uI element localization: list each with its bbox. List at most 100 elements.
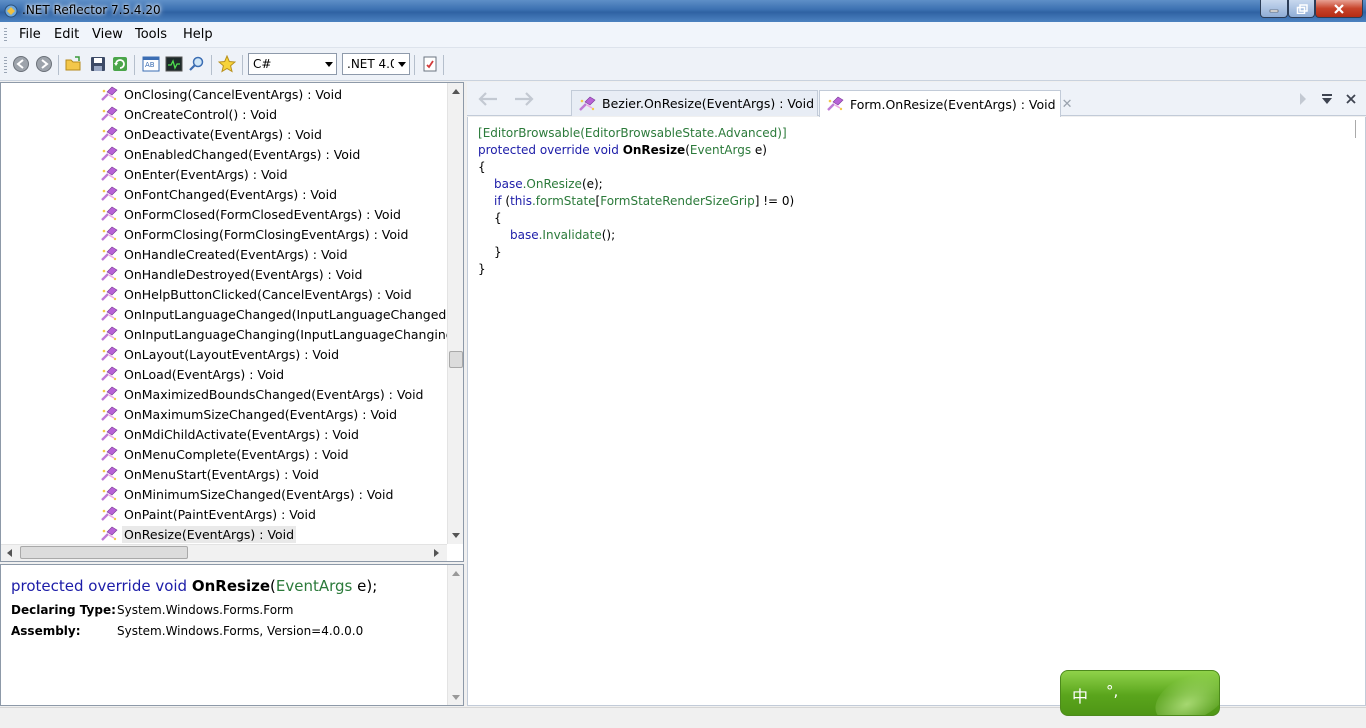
method-icon [100, 86, 118, 102]
method-icon [100, 446, 118, 462]
method-icon [100, 206, 118, 222]
tree-item[interactable]: OnCreateControl() : Void [100, 104, 279, 124]
nav-back-button[interactable] [475, 88, 501, 110]
tree-item-label: OnCreateControl() : Void [124, 106, 278, 122]
menu-tools[interactable]: Tools [135, 27, 167, 42]
menu-view[interactable]: View [92, 27, 123, 42]
tree-item-label: OnClosing(CancelEventArgs) : Void [124, 86, 343, 102]
refresh-button[interactable] [111, 55, 129, 73]
attr-arg-member[interactable]: .Advanced [714, 126, 777, 140]
tab-bezier-onresize[interactable]: Bezier.OnResize(EventArgs) : Void ✕ [571, 90, 831, 116]
bookmark-button[interactable] [218, 55, 236, 73]
scroll-right-icon[interactable] [434, 549, 439, 557]
tree-item[interactable]: OnInputLanguageChanged(InputLanguageChan… [100, 304, 463, 324]
code-vertical-scrollbar[interactable] [1348, 117, 1365, 704]
scroll-up-icon[interactable] [452, 571, 460, 576]
tree-item-label: OnMenuComplete(EventArgs) : Void [124, 446, 349, 462]
tree-item[interactable]: OnEnter(EventArgs) : Void [100, 164, 290, 184]
back-button[interactable] [12, 55, 30, 73]
method-icon [100, 106, 118, 122]
tab-scroll-right-button[interactable] [1295, 88, 1311, 110]
scroll-thumb[interactable] [449, 351, 463, 368]
method-icon [100, 166, 118, 182]
tab-form-onresize[interactable]: Form.OnResize(EventArgs) : Void ✕ [819, 90, 1072, 117]
if-keyword: if [494, 194, 502, 208]
decl-keywords: protected override void [478, 143, 619, 157]
tree-item[interactable]: OnPaint(PaintEventArgs) : Void [100, 504, 318, 524]
tree-item-label: OnMinimumSizeChanged(EventArgs) : Void [124, 486, 394, 502]
tree-item[interactable]: OnDeactivate(EventArgs) : Void [100, 124, 324, 144]
tree-item[interactable]: OnMenuStart(EventArgs) : Void [100, 464, 321, 484]
tree-horizontal-scrollbar[interactable] [1, 544, 447, 561]
minimize-button[interactable] [1260, 0, 1288, 18]
code-attribute-line: [EditorBrowsable(EditorBrowsableState.Ad… [478, 126, 787, 140]
this-keyword: this [510, 194, 532, 208]
close-document-button[interactable] [1343, 88, 1359, 110]
decl-type[interactable]: EventArgs [690, 143, 751, 157]
tree-item[interactable]: OnLoad(EventArgs) : Void [100, 364, 286, 384]
tree-item[interactable]: OnClosing(CancelEventArgs) : Void [100, 84, 344, 104]
code-declaration-line: protected override void OnResize(EventAr… [478, 143, 767, 157]
ime-toolbar[interactable]: 中 °, [1060, 670, 1220, 716]
menu-help[interactable]: Help [183, 27, 213, 42]
reflector-app-icon [4, 4, 18, 18]
tree-item[interactable]: OnFormClosed(FormClosedEventArgs) : Void [100, 204, 403, 224]
disassembler-button[interactable] [165, 55, 183, 73]
framework-select[interactable]: .NET 4.0 [342, 53, 410, 75]
scroll-left-icon[interactable] [7, 549, 12, 557]
tree-item[interactable]: OnHelpButtonClicked(CancelEventArgs) : V… [100, 284, 414, 304]
index-name[interactable]: FormStateRenderSizeGrip [600, 194, 755, 208]
search-button[interactable] [188, 55, 206, 73]
code-if-line: if (this.formState[FormStateRenderSizeGr… [494, 194, 794, 208]
field-ref[interactable]: .formState [532, 194, 596, 208]
assembly-value[interactable]: System.Windows.Forms, Version=4.0.0.0 [117, 624, 363, 638]
scroll-up-icon[interactable] [452, 89, 460, 94]
tree-item[interactable]: OnInputLanguageChanging(InputLanguageCha… [100, 324, 464, 344]
tree-item-label: OnInputLanguageChanging(InputLanguageCha… [124, 326, 464, 342]
tab-list-button[interactable] [1319, 88, 1335, 110]
member-tree[interactable]: OnClosing(CancelEventArgs) : Void OnCreat… [0, 82, 464, 562]
tree-vertical-scrollbar[interactable] [447, 83, 463, 544]
base-call[interactable]: .OnResize [523, 177, 582, 191]
ime-mode-indicator[interactable]: 中 [1072, 683, 1088, 707]
tab-close-icon[interactable]: ✕ [1062, 97, 1073, 112]
tree-item[interactable]: OnFontChanged(EventArgs) : Void [100, 184, 339, 204]
close-icon [1346, 94, 1356, 104]
report-button[interactable] [421, 55, 439, 73]
tree-item[interactable]: OnEnabledChanged(EventArgs) : Void [100, 144, 362, 164]
tree-item[interactable]: OnMaximumSizeChanged(EventArgs) : Void [100, 404, 399, 424]
tree-item-label: OnEnter(EventArgs) : Void [124, 166, 288, 182]
menu-file[interactable]: File [19, 27, 41, 42]
ime-punctuation-indicator[interactable]: °, [1106, 682, 1118, 700]
tree-item[interactable]: OnResize(EventArgs) : Void [100, 524, 297, 544]
assembly-list-button[interactable]: AB [142, 55, 160, 73]
index-rest: ] != 0) [754, 194, 795, 208]
close-button[interactable] [1315, 0, 1363, 18]
restore-icon [1296, 3, 1308, 14]
declaring-type-value[interactable]: System.Windows.Forms.Form [117, 603, 293, 617]
tree-item[interactable]: OnHandleCreated(EventArgs) : Void [100, 244, 350, 264]
save-button[interactable] [89, 55, 107, 73]
attr-name[interactable]: EditorBrowsable [483, 126, 581, 140]
scroll-down-icon[interactable] [452, 695, 460, 700]
tree-item[interactable]: OnHandleDestroyed(EventArgs) : Void [100, 264, 364, 284]
menu-edit[interactable]: Edit [54, 27, 79, 42]
scroll-down-icon[interactable] [452, 533, 460, 538]
attr-arg-type[interactable]: EditorBrowsableState [585, 126, 714, 140]
forward-button[interactable] [35, 55, 53, 73]
nav-forward-button[interactable] [511, 88, 537, 110]
tree-item-label: OnHandleDestroyed(EventArgs) : Void [124, 266, 363, 282]
open-button[interactable] [65, 55, 83, 73]
disassembly-code-view[interactable]: [EditorBrowsable(EditorBrowsableState.Ad… [467, 117, 1366, 706]
tree-item[interactable]: OnMdiChildActivate(EventArgs) : Void [100, 424, 361, 444]
scroll-thumb[interactable] [20, 546, 188, 559]
maximize-button[interactable] [1288, 0, 1315, 18]
tree-item[interactable]: OnMaximizedBoundsChanged(EventArgs) : Vo… [100, 384, 426, 404]
tree-item[interactable]: OnLayout(LayoutEventArgs) : Void [100, 344, 341, 364]
language-select[interactable]: C# [248, 53, 337, 75]
invalidate-call[interactable]: .Invalidate [539, 228, 602, 242]
tree-item[interactable]: OnFormClosing(FormClosingEventArgs) : Vo… [100, 224, 410, 244]
tree-item[interactable]: OnMinimumSizeChanged(EventArgs) : Void [100, 484, 395, 504]
tree-item[interactable]: OnMenuComplete(EventArgs) : Void [100, 444, 351, 464]
info-vertical-scrollbar[interactable] [447, 565, 463, 705]
